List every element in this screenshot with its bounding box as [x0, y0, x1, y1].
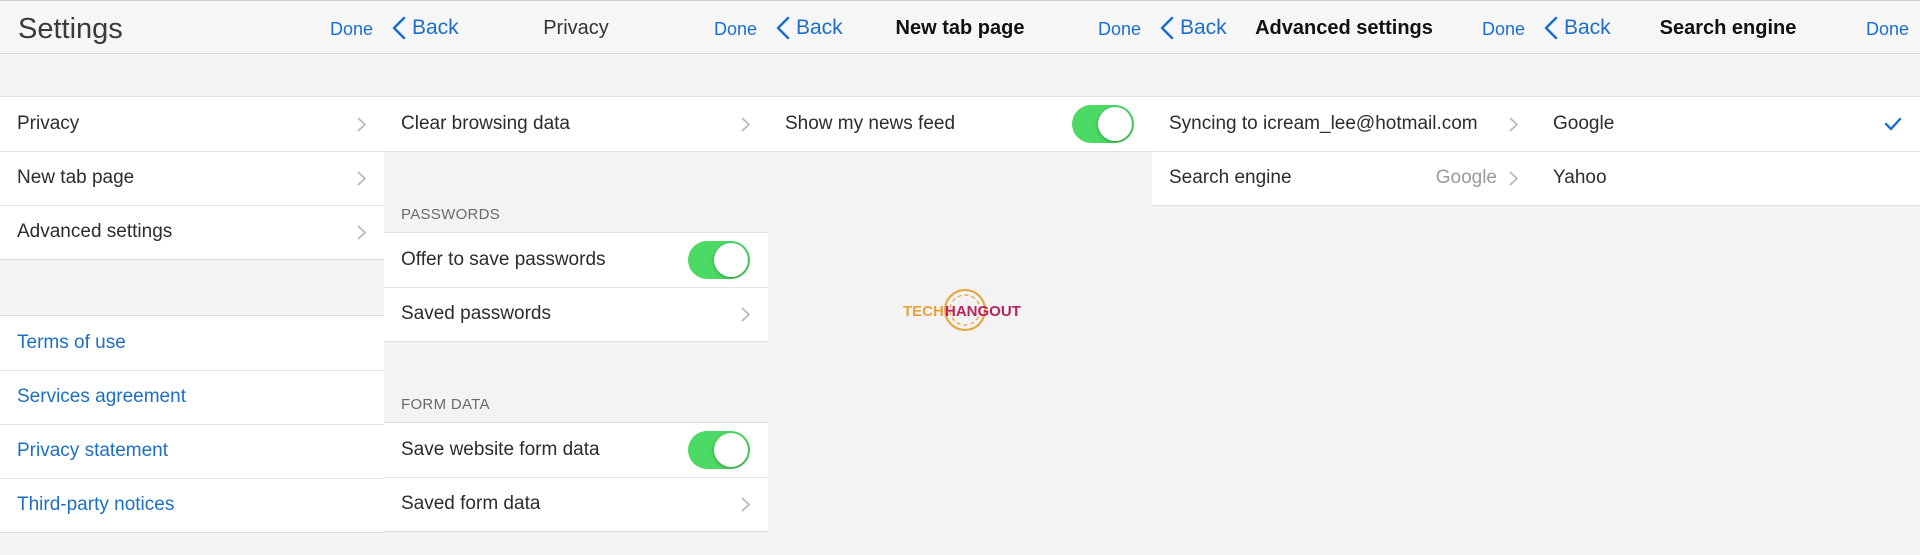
- chevron-right-icon: [357, 116, 366, 132]
- settings-item-label: Privacy: [17, 113, 80, 134]
- chevron-right-icon: [741, 116, 750, 132]
- svg-text:HANGOUT: HANGOUT: [945, 303, 1021, 320]
- page-title: Advanced settings: [1255, 17, 1433, 39]
- chevron-right-icon: [741, 496, 750, 512]
- chevron-right-icon: [741, 306, 750, 322]
- third-party-notices-link[interactable]: Third-party notices: [0, 478, 384, 532]
- link-label: Terms of use: [17, 332, 126, 353]
- option-label: Google: [1553, 113, 1615, 134]
- form-data-section-header: FORM DATA: [401, 396, 490, 413]
- search-engine-value: Google: [1435, 167, 1497, 188]
- chevron-right-icon: [1509, 170, 1518, 186]
- toggle-knob: [714, 433, 748, 467]
- save-website-form-data-item: Save website form data: [384, 423, 768, 477]
- legal-links-group: Terms of use Services agreement Privacy …: [0, 315, 384, 533]
- chevron-right-icon: [357, 170, 366, 186]
- option-label: Yahoo: [1553, 167, 1607, 188]
- advanced-settings-panel: Back Advanced settings Done Syncing to i…: [1152, 0, 1536, 555]
- save-website-form-data-toggle[interactable]: [688, 431, 750, 469]
- show-news-feed-item: Show my news feed: [768, 97, 1152, 151]
- done-button[interactable]: Done: [1866, 1, 1909, 57]
- settings-menu-group: Privacy New tab page Advanced settings: [0, 96, 384, 260]
- settings-item-privacy[interactable]: Privacy: [0, 97, 384, 151]
- passwords-section-header: PASSWORDS: [401, 206, 501, 223]
- page-title: New tab page: [895, 17, 1025, 39]
- settings-item-advanced-settings[interactable]: Advanced settings: [0, 205, 384, 259]
- toggle-knob: [1098, 107, 1132, 141]
- settings-item-label: New tab page: [17, 167, 135, 188]
- form-data-group: Save website form data Saved form data: [384, 422, 768, 532]
- item-label: Offer to save passwords: [401, 249, 606, 270]
- svg-text:TECH: TECH: [903, 303, 944, 320]
- item-label: Saved form data: [401, 493, 541, 514]
- chevron-right-icon: [357, 224, 366, 240]
- techhangout-watermark-logo: TECH HANGOUT: [903, 289, 1021, 331]
- settings-item-new-tab-page[interactable]: New tab page: [0, 151, 384, 205]
- page-title: Privacy: [543, 17, 609, 39]
- link-label: Privacy statement: [17, 440, 168, 461]
- new-tab-page-panel: Back New tab page Done Show my news feed…: [768, 0, 1152, 555]
- new-tab-navbar: Back New tab page Done: [768, 0, 1152, 54]
- page-title: Settings: [18, 13, 123, 45]
- privacy-panel: Back Privacy Done Clear browsing data PA…: [384, 0, 768, 555]
- search-engine-item[interactable]: Search engine Google: [1152, 151, 1536, 205]
- saved-form-data-item[interactable]: Saved form data: [384, 477, 768, 531]
- search-engine-panel: Back Search engine Done Google Yahoo: [1536, 0, 1920, 555]
- privacy-statement-link[interactable]: Privacy statement: [0, 424, 384, 478]
- advanced-group: Syncing to icream_lee@hotmail.com Search…: [1152, 96, 1536, 206]
- settings-navbar: Settings Done: [0, 0, 384, 54]
- settings-item-label: Advanced settings: [17, 221, 173, 242]
- search-engine-option-google[interactable]: Google: [1536, 97, 1920, 151]
- saved-passwords-item[interactable]: Saved passwords: [384, 287, 768, 341]
- item-label: Save website form data: [401, 439, 600, 460]
- page-title: Search engine: [1659, 17, 1797, 39]
- item-label: Show my news feed: [785, 113, 956, 134]
- clear-browsing-data-item[interactable]: Clear browsing data: [384, 97, 768, 151]
- settings-panel: Settings Done Privacy New tab page Advan…: [0, 0, 384, 555]
- done-button[interactable]: Done: [1098, 1, 1141, 57]
- checkmark-icon: [1884, 117, 1902, 131]
- done-button[interactable]: Done: [1482, 1, 1525, 57]
- item-label: Syncing to icream_lee@hotmail.com: [1169, 113, 1478, 134]
- services-agreement-link[interactable]: Services agreement: [0, 370, 384, 424]
- search-engine-navbar: Back Search engine Done: [1536, 0, 1920, 54]
- terms-of-use-link[interactable]: Terms of use: [0, 316, 384, 370]
- passwords-group: Offer to save passwords Saved passwords: [384, 232, 768, 342]
- link-label: Third-party notices: [17, 494, 175, 515]
- syncing-item[interactable]: Syncing to icream_lee@hotmail.com: [1152, 97, 1536, 151]
- show-news-feed-toggle[interactable]: [1072, 105, 1134, 143]
- link-label: Services agreement: [17, 386, 186, 407]
- done-button[interactable]: Done: [330, 1, 373, 57]
- toggle-knob: [714, 243, 748, 277]
- done-button[interactable]: Done: [714, 1, 757, 57]
- offer-to-save-passwords-toggle[interactable]: [688, 241, 750, 279]
- item-label: Clear browsing data: [401, 113, 570, 134]
- privacy-navbar: Back Privacy Done: [384, 0, 768, 54]
- search-engine-options-group: Google Yahoo: [1536, 96, 1920, 206]
- item-label: Search engine: [1169, 167, 1292, 188]
- search-engine-option-yahoo[interactable]: Yahoo: [1536, 151, 1920, 205]
- news-feed-group: Show my news feed: [768, 96, 1152, 152]
- clear-data-group: Clear browsing data: [384, 96, 768, 152]
- offer-to-save-passwords-item: Offer to save passwords: [384, 233, 768, 287]
- item-label: Saved passwords: [401, 303, 551, 324]
- chevron-right-icon: [1509, 116, 1518, 132]
- advanced-navbar: Back Advanced settings Done: [1152, 0, 1536, 54]
